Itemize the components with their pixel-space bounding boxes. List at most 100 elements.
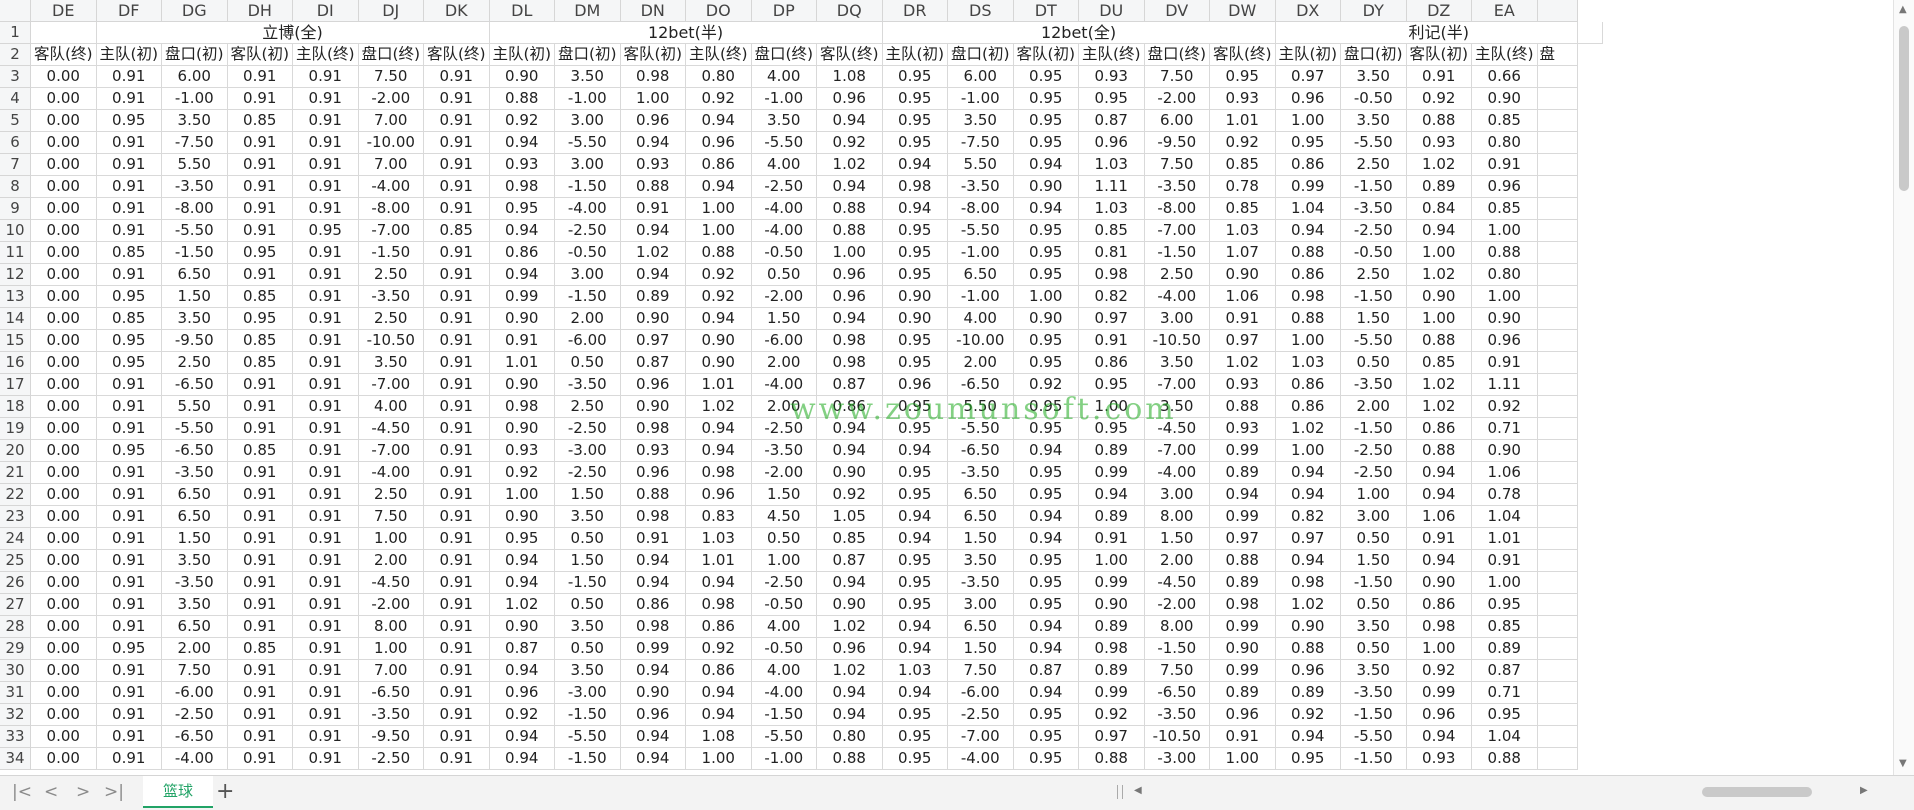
data-cell[interactable]: 1.01 [1210, 110, 1276, 132]
column-header-ds[interactable]: DS [948, 0, 1014, 22]
data-cell[interactable]: -2.50 [751, 176, 817, 198]
column-header-dl[interactable]: DL [489, 0, 555, 22]
data-cell[interactable]: 0.91 [227, 66, 293, 88]
data-cell[interactable]: 0.95 [96, 286, 162, 308]
data-cell[interactable]: 0.86 [620, 594, 686, 616]
data-cell[interactable]: 0.92 [1406, 660, 1472, 682]
data-cell[interactable]: 0.50 [1341, 528, 1407, 550]
data-cell[interactable]: 0.95 [96, 638, 162, 660]
data-cell[interactable]: 0.91 [227, 550, 293, 572]
data-cell-partial[interactable] [1537, 66, 1578, 88]
data-cell[interactable]: 0.91 [96, 154, 162, 176]
data-cell[interactable]: 0.98 [1079, 638, 1145, 660]
data-cell[interactable]: 1.00 [358, 528, 424, 550]
row-header-26[interactable]: 26 [0, 572, 31, 594]
data-cell[interactable]: 0.94 [817, 110, 883, 132]
data-cell[interactable]: 0.93 [1210, 374, 1276, 396]
data-cell[interactable]: 0.80 [686, 66, 752, 88]
data-cell[interactable]: -4.00 [751, 682, 817, 704]
data-cell[interactable]: 0.91 [227, 154, 293, 176]
data-cell[interactable]: 3.00 [1144, 484, 1210, 506]
row-header-33[interactable]: 33 [0, 726, 31, 748]
data-cell[interactable]: 0.00 [31, 242, 97, 264]
data-cell[interactable]: 4.00 [751, 660, 817, 682]
data-cell[interactable]: -0.50 [1341, 242, 1407, 264]
data-cell[interactable]: 0.87 [817, 374, 883, 396]
data-cell[interactable]: 0.96 [686, 132, 752, 154]
data-cell[interactable]: 2.50 [358, 484, 424, 506]
data-cell[interactable]: -7.00 [1144, 374, 1210, 396]
data-cell[interactable]: 0.82 [1275, 506, 1341, 528]
data-cell[interactable]: 0.97 [1079, 308, 1145, 330]
data-cell[interactable]: 1.07 [1210, 242, 1276, 264]
column-header-dw[interactable]: DW [1210, 0, 1276, 22]
data-cell[interactable]: 0.94 [489, 132, 555, 154]
data-cell[interactable]: 3.50 [162, 550, 228, 572]
data-cell[interactable]: 7.00 [358, 154, 424, 176]
subheader-cell[interactable]: 盘口(终) [1144, 44, 1210, 66]
data-cell[interactable]: 1.00 [751, 550, 817, 572]
data-cell[interactable]: 0.95 [1013, 484, 1079, 506]
data-cell[interactable]: 0.92 [1210, 132, 1276, 154]
data-cell[interactable]: 0.94 [1079, 484, 1145, 506]
data-cell[interactable]: -3.50 [1341, 682, 1407, 704]
data-cell[interactable]: 6.50 [162, 484, 228, 506]
data-cell[interactable]: 0.91 [293, 660, 359, 682]
data-cell[interactable]: 0.91 [227, 220, 293, 242]
data-cell[interactable]: 0.95 [293, 220, 359, 242]
data-cell[interactable]: 0.94 [1275, 726, 1341, 748]
data-cell[interactable]: 0.92 [817, 484, 883, 506]
data-cell[interactable]: 1.04 [1275, 198, 1341, 220]
data-cell[interactable]: 0.90 [1079, 594, 1145, 616]
data-cell[interactable]: 0.91 [424, 286, 490, 308]
row-header-3[interactable]: 3 [0, 66, 31, 88]
data-cell[interactable]: 6.50 [948, 484, 1014, 506]
data-cell[interactable]: 0.95 [882, 66, 948, 88]
data-cell[interactable]: -4.00 [162, 748, 228, 770]
data-cell[interactable]: -2.50 [751, 418, 817, 440]
data-cell[interactable]: -1.50 [1341, 176, 1407, 198]
data-cell[interactable]: 0.00 [31, 594, 97, 616]
data-cell[interactable]: -2.50 [751, 572, 817, 594]
data-cell[interactable]: 0.95 [1013, 110, 1079, 132]
data-cell[interactable]: 2.50 [358, 264, 424, 286]
data-cell[interactable]: 0.91 [424, 66, 490, 88]
data-cell[interactable]: -3.50 [948, 176, 1014, 198]
data-cell[interactable]: 0.00 [31, 198, 97, 220]
data-cell[interactable]: 0.00 [31, 638, 97, 660]
data-cell[interactable]: 3.50 [162, 594, 228, 616]
data-cell[interactable]: 1.00 [1275, 330, 1341, 352]
data-cell[interactable]: -3.50 [358, 704, 424, 726]
data-cell[interactable]: 1.06 [1210, 286, 1276, 308]
data-cell[interactable]: 0.91 [96, 616, 162, 638]
column-header-dp[interactable]: DP [751, 0, 817, 22]
data-cell[interactable]: 6.50 [162, 616, 228, 638]
data-cell[interactable]: -6.00 [948, 682, 1014, 704]
data-cell[interactable]: 0.95 [882, 132, 948, 154]
data-cell[interactable]: 0.98 [1275, 572, 1341, 594]
data-cell[interactable]: 0.98 [489, 396, 555, 418]
data-cell[interactable]: 0.88 [1275, 638, 1341, 660]
column-header-dx[interactable]: DX [1275, 0, 1341, 22]
data-cell[interactable]: 0.98 [686, 462, 752, 484]
data-cell[interactable]: 0.91 [96, 528, 162, 550]
data-cell[interactable]: 0.84 [1406, 198, 1472, 220]
data-cell[interactable]: -0.50 [751, 638, 817, 660]
row-header-10[interactable]: 10 [0, 220, 31, 242]
data-cell[interactable]: 0.91 [293, 330, 359, 352]
data-cell[interactable]: -5.50 [1341, 726, 1407, 748]
data-cell[interactable]: 0.94 [1406, 220, 1472, 242]
data-cell[interactable]: 0.00 [31, 264, 97, 286]
subheader-cell-partial[interactable]: 盘 [1537, 44, 1578, 66]
data-cell[interactable]: 1.11 [1472, 374, 1538, 396]
data-cell[interactable]: 0.00 [31, 396, 97, 418]
data-cell[interactable]: 0.50 [1341, 594, 1407, 616]
data-cell[interactable]: 0.95 [882, 242, 948, 264]
prev-sheet-icon[interactable]: < [44, 782, 58, 802]
data-cell[interactable]: -4.00 [1144, 286, 1210, 308]
data-cell[interactable]: 0.66 [1472, 66, 1538, 88]
data-cell[interactable]: 0.91 [1079, 330, 1145, 352]
data-cell[interactable]: 0.96 [1079, 132, 1145, 154]
data-cell[interactable]: 7.50 [358, 506, 424, 528]
data-cell-partial[interactable] [1537, 352, 1578, 374]
